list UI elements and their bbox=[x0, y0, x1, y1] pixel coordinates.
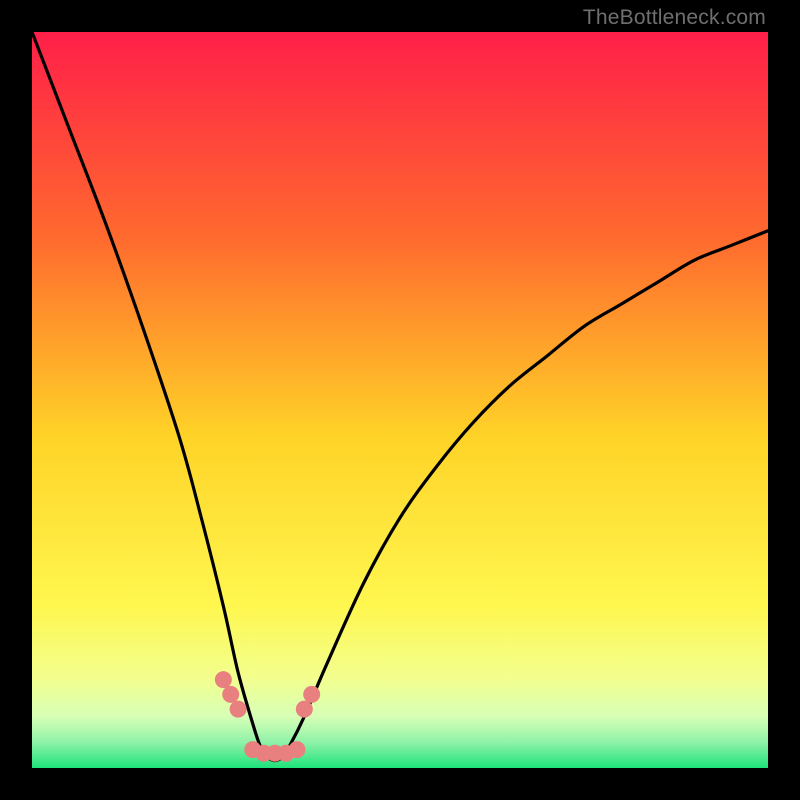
bottleneck-curve bbox=[32, 32, 768, 761]
marker-dot bbox=[230, 701, 247, 718]
marker-dot bbox=[303, 686, 320, 703]
chart-curve-layer bbox=[32, 32, 768, 768]
plot-area bbox=[32, 32, 768, 768]
marker-dot bbox=[222, 686, 239, 703]
chart-frame: TheBottleneck.com bbox=[0, 0, 800, 800]
highlighted-points bbox=[215, 671, 320, 762]
marker-dot bbox=[215, 671, 232, 688]
watermark-text: TheBottleneck.com bbox=[583, 6, 766, 30]
marker-dot bbox=[296, 701, 313, 718]
marker-dot bbox=[288, 741, 305, 758]
